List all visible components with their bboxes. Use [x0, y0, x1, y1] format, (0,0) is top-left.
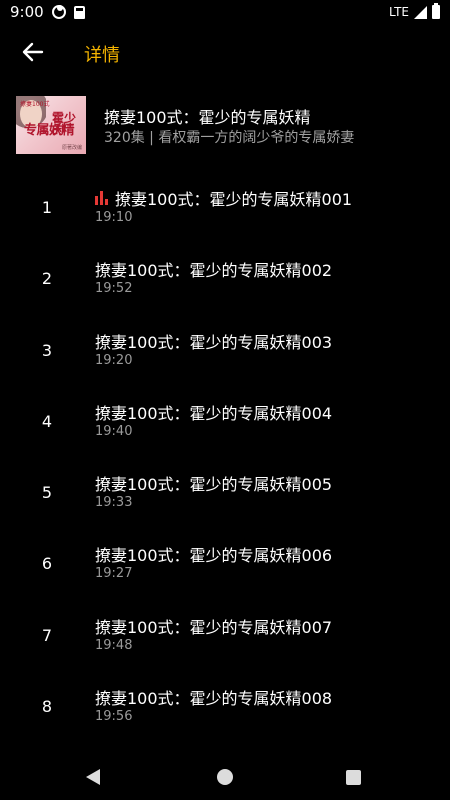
episode-row[interactable]: 5 撩妻100式：霍少的专属妖精005 19:33 — [0, 457, 450, 528]
status-left: 9:00 — [10, 3, 85, 21]
episode-number: 1 — [41, 198, 53, 217]
page-title: 详情 — [84, 45, 120, 66]
cover-bottom-text: 原著改编 — [61, 145, 82, 151]
network-label: LTE — [389, 5, 409, 19]
status-right: LTE — [389, 3, 440, 19]
playing-indicator-icon — [95, 191, 108, 205]
book-title: 撩妻100式：霍少的专属妖精 — [104, 108, 311, 127]
arrow-left-icon — [22, 42, 44, 62]
episode-number: 8 — [41, 697, 53, 717]
episode-time: 19:52 — [95, 281, 133, 297]
episode-title: 撩妻100式：霍少的专属妖精004 — [95, 403, 333, 423]
episode-number: 6 — [41, 554, 53, 574]
episode-time: 19:56 — [95, 709, 133, 725]
episode-title: 撩妻100式：霍少的专属妖精003 — [95, 332, 333, 352]
cover-title: 专属妖精 — [24, 123, 75, 138]
episode-row[interactable]: 7 撩妻100式：霍少的专属妖精007 19:48 — [0, 600, 450, 671]
back-button[interactable] — [18, 38, 48, 66]
episode-row[interactable]: 2 撩妻100式：霍少的专属妖精002 19:52 — [0, 243, 450, 314]
episode-title-wrap: 撩妻100式：霍少的专属妖精004 — [95, 400, 332, 424]
episode-number: 3 — [41, 340, 53, 360]
signal-icon — [414, 5, 427, 19]
episode-row[interactable]: 1 撩妻100式：霍少的专属妖精001 19:10 — [0, 172, 450, 243]
episode-number: 4 — [41, 411, 53, 431]
episode-title: 撩妻100式：霍少的专属妖精006 — [95, 546, 333, 566]
episode-time: 19:20 — [95, 352, 133, 368]
episode-title-wrap: 撩妻100式：霍少的专属妖精006 — [95, 542, 332, 566]
episode-title: 撩妻100式：霍少的专属妖精001 — [115, 190, 353, 209]
episode-title-wrap: 撩妻100式：霍少的专属妖精001 — [95, 186, 352, 210]
episode-title-wrap: 撩妻100式：霍少的专属妖精005 — [95, 471, 332, 495]
episode-title: 撩妻100式：霍少的专属妖精005 — [95, 475, 333, 495]
cover-top-text: 撩妻100式 — [20, 101, 50, 108]
notification-icon-b — [73, 5, 85, 19]
episode-time: 19:33 — [95, 495, 133, 511]
episode-title-wrap: 撩妻100式：霍少的专属妖精008 — [95, 685, 332, 709]
episode-number: 5 — [41, 483, 53, 503]
notification-icon-a — [51, 5, 66, 19]
episode-row[interactable]: 6 撩妻100式：霍少的专属妖精006 19:27 — [0, 528, 450, 599]
episode-number: 7 — [41, 625, 53, 645]
episode-title-wrap: 撩妻100式：霍少的专属妖精007 — [95, 614, 332, 638]
status-time: 9:00 — [10, 3, 44, 21]
book-cover: 撩妻100式 霍少的 专属妖精 原著改编 — [16, 96, 86, 154]
episode-time: 19:10 — [95, 210, 133, 225]
episode-row[interactable]: 4 撩妻100式：霍少的专属妖精004 19:40 — [0, 386, 450, 457]
episode-row[interactable]: 3 撩妻100式：霍少的专属妖精003 19:20 — [0, 315, 450, 386]
episode-row[interactable]: 8 撩妻100式：霍少的专属妖精008 19:56 — [0, 671, 450, 742]
episode-time: 19:27 — [95, 566, 133, 582]
nav-back-icon[interactable] — [86, 769, 100, 785]
book-info: 撩妻100式 霍少的 专属妖精 原著改编 撩妻100式：霍少的专属妖精 320集… — [16, 96, 436, 154]
nav-home-icon[interactable] — [217, 769, 233, 785]
episode-time: 19:48 — [95, 637, 133, 653]
episode-title-wrap: 撩妻100式：霍少的专属妖精003 — [95, 329, 332, 353]
status-bar: 9:00 LTE — [0, 0, 450, 24]
system-nav-bar — [0, 752, 450, 800]
episode-time: 19:40 — [95, 423, 133, 439]
episode-title-wrap: 撩妻100式：霍少的专属妖精002 — [95, 257, 332, 281]
book-meta: 320集 | 看权霸一方的阔少爷的专属娇妻 — [104, 130, 355, 146]
nav-recent-icon[interactable] — [346, 770, 361, 785]
header: 详情 — [0, 30, 450, 74]
episode-number: 2 — [41, 269, 53, 289]
battery-icon — [432, 3, 440, 19]
episode-title: 撩妻100式：霍少的专属妖精007 — [95, 617, 333, 637]
episode-list: 1 撩妻100式：霍少的专属妖精001 19:10 2 撩妻100式：霍少的专属… — [0, 172, 450, 742]
episode-title: 撩妻100式：霍少的专属妖精002 — [95, 261, 333, 281]
episode-title: 撩妻100式：霍少的专属妖精008 — [95, 689, 333, 709]
